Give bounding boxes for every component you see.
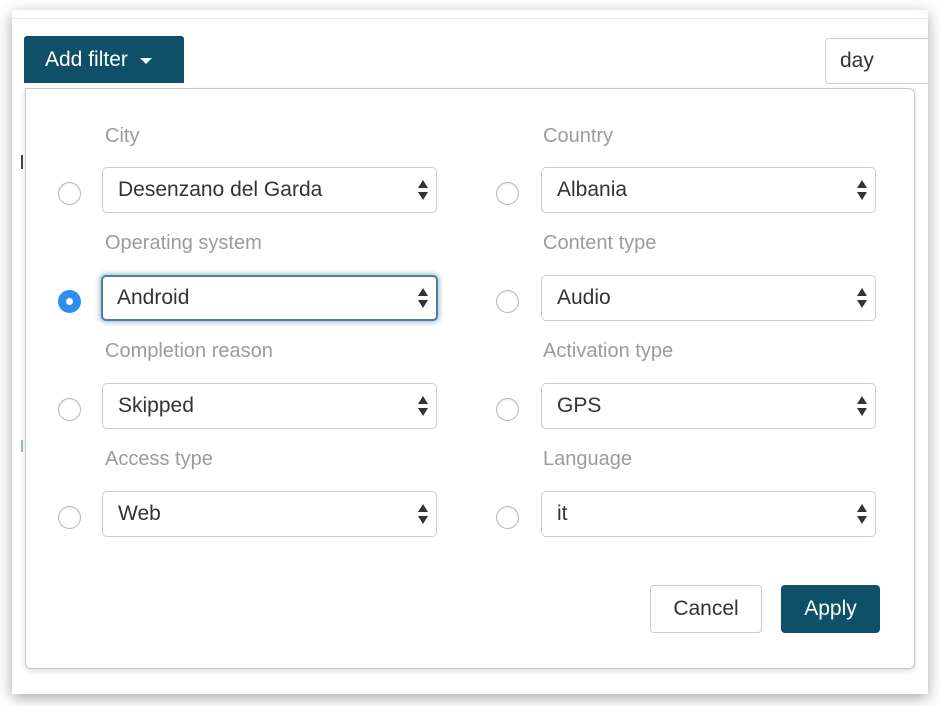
filter-panel: City Desenzano del Garda Country Albania…: [25, 88, 915, 669]
period-select[interactable]: day: [825, 38, 928, 84]
select-arrows-icon: [857, 288, 867, 308]
background-edge-mark: [21, 155, 23, 169]
activation-type-select-value: GPS: [557, 394, 602, 417]
select-arrows-icon: [418, 180, 428, 200]
select-arrows-icon: [418, 396, 428, 416]
operating-system-select-value: Android: [117, 286, 190, 309]
operating-system-radio[interactable]: [58, 290, 81, 313]
content-type-label: Content type: [543, 232, 657, 254]
select-arrows-icon: [418, 504, 428, 524]
language-select[interactable]: it: [541, 491, 876, 537]
select-arrows-icon: [857, 180, 867, 200]
apply-button[interactable]: Apply: [781, 585, 880, 633]
city-select-value: Desenzano del Garda: [118, 178, 323, 201]
activation-type-select[interactable]: GPS: [541, 383, 876, 429]
activation-type-radio[interactable]: [496, 398, 519, 421]
window-frame: Add filter day City Desenzano del Garda …: [12, 10, 928, 694]
period-select-value: day: [840, 49, 874, 72]
background-edge-mark: [21, 440, 23, 452]
caret-down-icon: [139, 57, 152, 64]
completion-reason-label: Completion reason: [105, 340, 273, 362]
content-type-select-value: Audio: [557, 286, 611, 309]
access-type-label: Access type: [105, 448, 213, 470]
activation-type-label: Activation type: [543, 340, 674, 362]
completion-reason-select[interactable]: Skipped: [102, 383, 437, 429]
select-arrows-icon: [418, 288, 428, 308]
city-radio[interactable]: [58, 182, 81, 205]
country-radio[interactable]: [496, 182, 519, 205]
country-label: Country: [543, 125, 614, 147]
access-type-select[interactable]: Web: [102, 491, 437, 537]
language-label: Language: [543, 448, 632, 470]
operating-system-label: Operating system: [105, 232, 262, 254]
completion-reason-select-value: Skipped: [118, 394, 194, 417]
operating-system-select[interactable]: Android: [101, 275, 438, 321]
country-select[interactable]: Albania: [541, 167, 876, 213]
cancel-button[interactable]: Cancel: [650, 585, 762, 633]
language-select-value: it: [557, 502, 568, 525]
city-select[interactable]: Desenzano del Garda: [102, 167, 437, 213]
access-type-radio[interactable]: [58, 506, 81, 529]
access-type-select-value: Web: [118, 502, 161, 525]
language-radio[interactable]: [496, 506, 519, 529]
completion-reason-radio[interactable]: [58, 398, 81, 421]
select-arrows-icon: [857, 396, 867, 416]
city-label: City: [105, 125, 140, 147]
add-filter-label: Add filter: [45, 47, 128, 71]
content-type-radio[interactable]: [496, 290, 519, 313]
select-arrows-icon: [857, 504, 867, 524]
content-type-select[interactable]: Audio: [541, 275, 876, 321]
add-filter-button[interactable]: Add filter: [24, 36, 184, 83]
country-select-value: Albania: [557, 178, 628, 201]
divider: [12, 18, 928, 19]
